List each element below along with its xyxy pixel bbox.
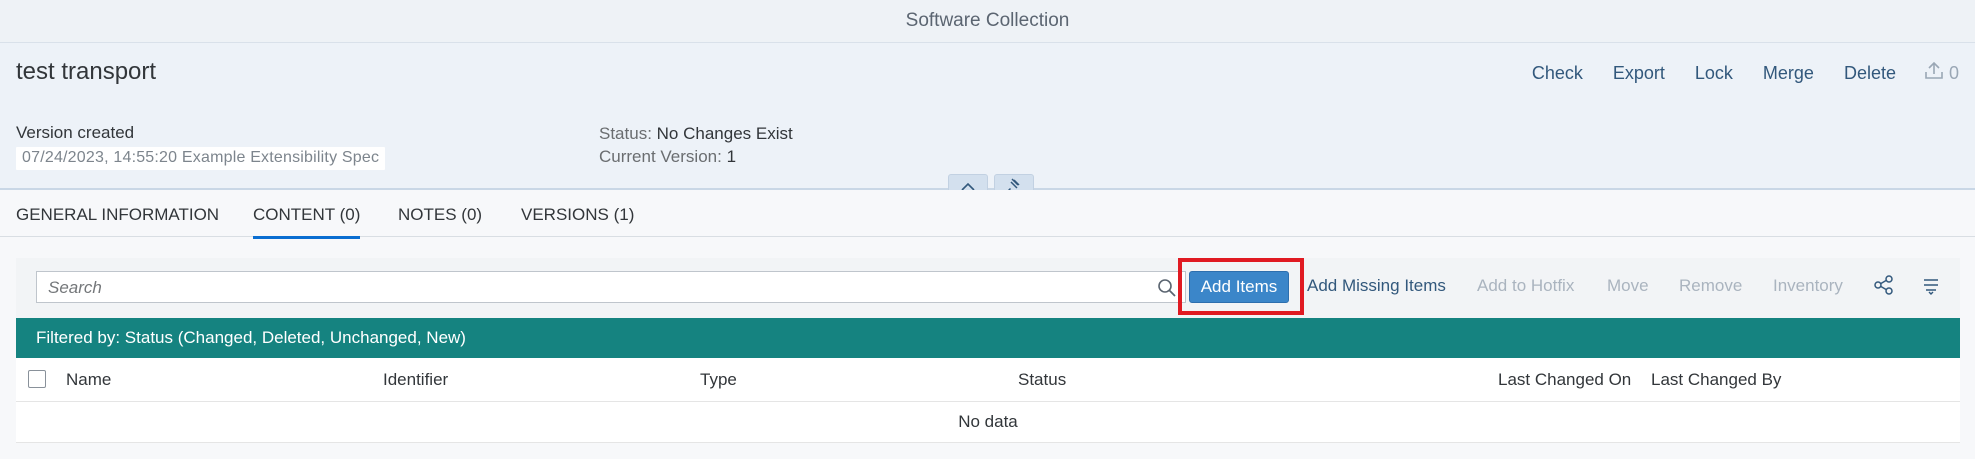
move-button[interactable]: Move (1607, 276, 1649, 296)
shell-bar: Software Collection (0, 0, 1975, 43)
current-version-value: 1 (726, 147, 737, 166)
add-missing-items-button[interactable]: Add Missing Items (1307, 276, 1446, 296)
column-name[interactable]: Name (66, 370, 111, 390)
no-data-text: No data (958, 412, 1018, 431)
tab-content[interactable]: CONTENT (0) (253, 205, 361, 239)
status-label: Status: (599, 124, 652, 143)
inventory-button[interactable]: Inventory (1773, 276, 1843, 296)
table-toolbar: Search Add Items Add Missing Items Add t… (16, 258, 1960, 318)
delete-button[interactable]: Delete (1829, 63, 1911, 84)
status-value: No Changes Exist (656, 124, 793, 143)
select-all-checkbox[interactable] (28, 370, 46, 388)
column-type[interactable]: Type (700, 370, 737, 390)
merge-button[interactable]: Merge (1748, 63, 1829, 84)
settings-menu-icon[interactable] (1921, 274, 1941, 301)
status-info: Status: No Changes Exist Current Version… (599, 122, 793, 168)
current-version-label: Current Version: (599, 147, 722, 166)
column-last-changed-on[interactable]: Last Changed On (1498, 370, 1631, 390)
column-last-changed-by[interactable]: Last Changed By (1651, 370, 1781, 390)
search-placeholder: Search (48, 278, 102, 297)
filter-info-bar: Filtered by: Status (Changed, Deleted, U… (16, 318, 1960, 358)
empty-table-message: No data (16, 402, 1960, 443)
search-icon[interactable] (1157, 278, 1177, 303)
search-input[interactable]: Search (36, 271, 1186, 303)
tab-bar: GENERAL INFORMATION CONTENT (0) NOTES (0… (0, 190, 1975, 239)
upload-count: 0 (1948, 63, 1959, 83)
version-label: Version created (16, 123, 135, 142)
table-header: Name Identifier Type Status Last Changed… (16, 358, 1960, 402)
upload-button[interactable]: 0 (1911, 61, 1965, 86)
app-title: Software Collection (905, 10, 1070, 31)
add-items-button[interactable]: Add Items (1189, 271, 1289, 303)
column-status[interactable]: Status (1018, 370, 1066, 390)
lock-button[interactable]: Lock (1680, 63, 1748, 84)
object-header: test transport Check Export Lock Merge D… (0, 43, 1975, 190)
check-button[interactable]: Check (1517, 63, 1598, 84)
add-to-hotfix-button[interactable]: Add to Hotfix (1477, 276, 1574, 296)
column-identifier[interactable]: Identifier (383, 370, 448, 390)
tab-notes[interactable]: NOTES (0) (398, 205, 482, 225)
tab-general-information[interactable]: GENERAL INFORMATION (16, 205, 219, 225)
content-panel: Search Add Items Add Missing Items Add t… (16, 258, 1960, 443)
upload-icon (1923, 61, 1945, 86)
share-icon[interactable] (1873, 274, 1895, 301)
version-info: Version created 07/24/2023, 14:55:20 Exa… (16, 123, 386, 170)
header-actions: Check Export Lock Merge Delete 0 (1517, 61, 1965, 86)
object-title: test transport (16, 58, 157, 85)
version-value: 07/24/2023, 14:55:20 Example Extensibili… (16, 147, 386, 170)
filter-text: Filtered by: Status (Changed, Deleted, U… (36, 328, 466, 347)
remove-button[interactable]: Remove (1679, 276, 1742, 296)
export-button[interactable]: Export (1598, 63, 1680, 84)
tab-versions[interactable]: VERSIONS (1) (521, 205, 634, 225)
